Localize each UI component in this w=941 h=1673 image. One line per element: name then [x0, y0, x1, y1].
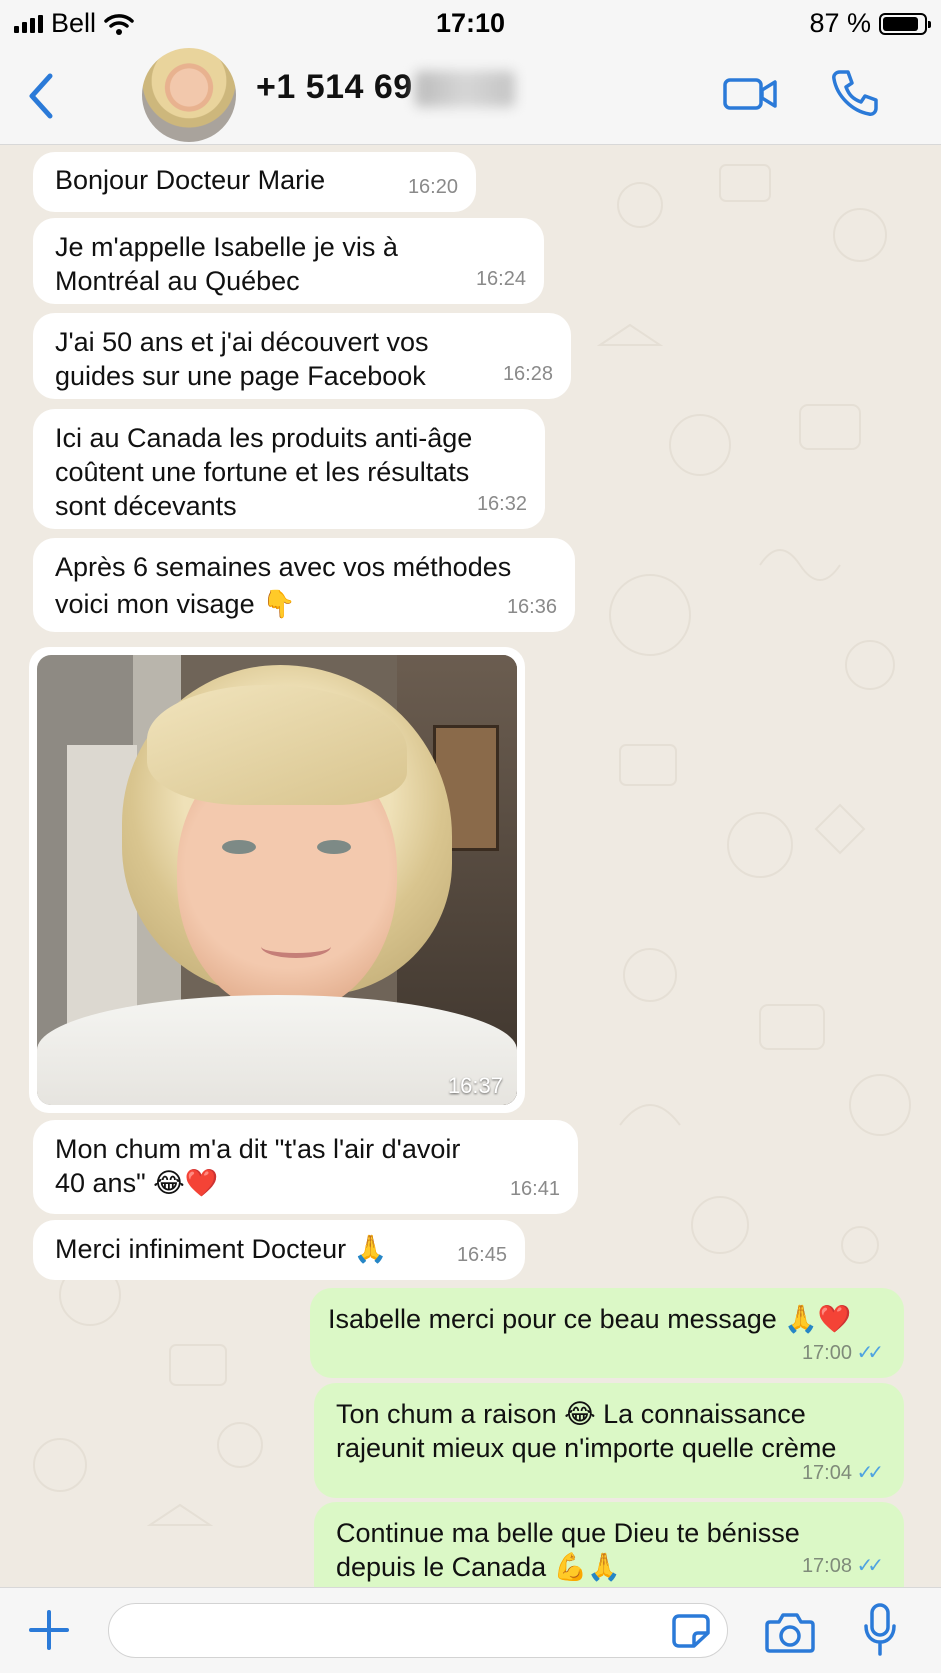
message-text: Merci infiniment Docteur 🙏 — [55, 1234, 388, 1264]
read-receipt-icon: ✓✓ — [856, 1555, 883, 1577]
message-text: J'ai 50 ans et j'ai découvert vos guides… — [55, 327, 429, 391]
incoming-message[interactable]: J'ai 50 ans et j'ai découvert vos guides… — [33, 313, 571, 399]
photo-eye — [317, 840, 351, 854]
read-receipt-icon: ✓✓ — [856, 1462, 883, 1484]
redacted-blur — [414, 71, 515, 108]
video-call-icon[interactable] — [722, 74, 778, 114]
message-text: Je m'appelle Isabelle je vis à Montréal … — [55, 232, 398, 296]
contact-name[interactable]: +1 514 69 — [256, 68, 515, 108]
photo-mouth — [261, 935, 331, 958]
battery-group: 87 % — [809, 8, 931, 39]
message-time: 17:08 — [801, 1555, 852, 1577]
message-time: 17:04 — [801, 1462, 852, 1484]
chat-area[interactable]: Bonjour Docteur Marie 16:20 Je m'appelle… — [0, 145, 941, 1587]
message-time: 16:36 — [506, 596, 557, 618]
message-text: Isabelle merci pour ce beau message 🙏❤️ — [328, 1304, 852, 1334]
microphone-icon[interactable] — [862, 1602, 898, 1658]
photo-shirt — [37, 995, 517, 1105]
message-time: 16:32 — [476, 493, 527, 515]
battery-icon — [879, 12, 931, 35]
message-text: Après 6 semaines avec vos méthodes voici… — [55, 552, 512, 619]
selfie-photo[interactable]: 16:37 — [37, 655, 517, 1105]
compose-bar — [0, 1587, 941, 1673]
message-text: Ici au Canada les produits anti-âge coût… — [55, 423, 473, 521]
back-chevron-icon[interactable] — [22, 70, 62, 122]
outgoing-message[interactable]: Continue ma belle que Dieu te bénisse de… — [314, 1502, 904, 1587]
message-text: Mon chum m'a dit "t'as l'air d'avoir 40 … — [55, 1134, 461, 1198]
battery-level — [883, 16, 918, 31]
outgoing-message[interactable]: Isabelle merci pour ce beau message 🙏❤️ … — [310, 1288, 904, 1378]
chat-header: +1 514 69 — [0, 48, 941, 145]
photo-eye — [222, 840, 256, 854]
message-text: Bonjour Docteur Marie — [55, 165, 326, 195]
status-bar: Bell 17:10 87 % — [0, 0, 941, 48]
avatar[interactable] — [142, 48, 236, 142]
message-time: 16:24 — [475, 268, 526, 290]
contact-number: +1 514 69 — [256, 68, 413, 106]
read-receipt-icon: ✓✓ — [856, 1342, 883, 1364]
phone-icon[interactable] — [830, 68, 880, 118]
message-input[interactable] — [108, 1603, 728, 1658]
incoming-message[interactable]: Merci infiniment Docteur 🙏 16:45 — [33, 1220, 525, 1280]
incoming-message[interactable]: Après 6 semaines avec vos méthodes voici… — [33, 538, 575, 632]
message-text: Ton chum a raison 😂 La connaissance raje… — [336, 1399, 837, 1463]
message-text: Continue ma belle que Dieu te bénisse de… — [336, 1518, 800, 1582]
message-time: 16:41 — [509, 1178, 560, 1200]
sticker-icon[interactable] — [671, 1613, 711, 1649]
photo-time: 16:37 — [447, 1073, 503, 1098]
message-time: 16:28 — [502, 363, 553, 385]
message-time: 16:45 — [456, 1244, 507, 1266]
message-time: 17:00 — [801, 1342, 852, 1364]
photo-message[interactable]: 16:37 — [29, 647, 525, 1113]
camera-icon[interactable] — [764, 1610, 816, 1654]
incoming-message[interactable]: Mon chum m'a dit "t'as l'air d'avoir 40 … — [33, 1120, 578, 1214]
incoming-message[interactable]: Je m'appelle Isabelle je vis à Montréal … — [33, 218, 544, 304]
message-time: 16:20 — [407, 176, 458, 198]
incoming-message[interactable]: Ici au Canada les produits anti-âge coût… — [33, 409, 545, 529]
status-time: 17:10 — [435, 8, 506, 38]
incoming-message[interactable]: Bonjour Docteur Marie 16:20 — [33, 152, 476, 212]
outgoing-message[interactable]: Ton chum a raison 😂 La connaissance raje… — [314, 1383, 904, 1498]
plus-icon[interactable] — [27, 1608, 71, 1652]
battery-percent: 87 % — [809, 8, 871, 38]
